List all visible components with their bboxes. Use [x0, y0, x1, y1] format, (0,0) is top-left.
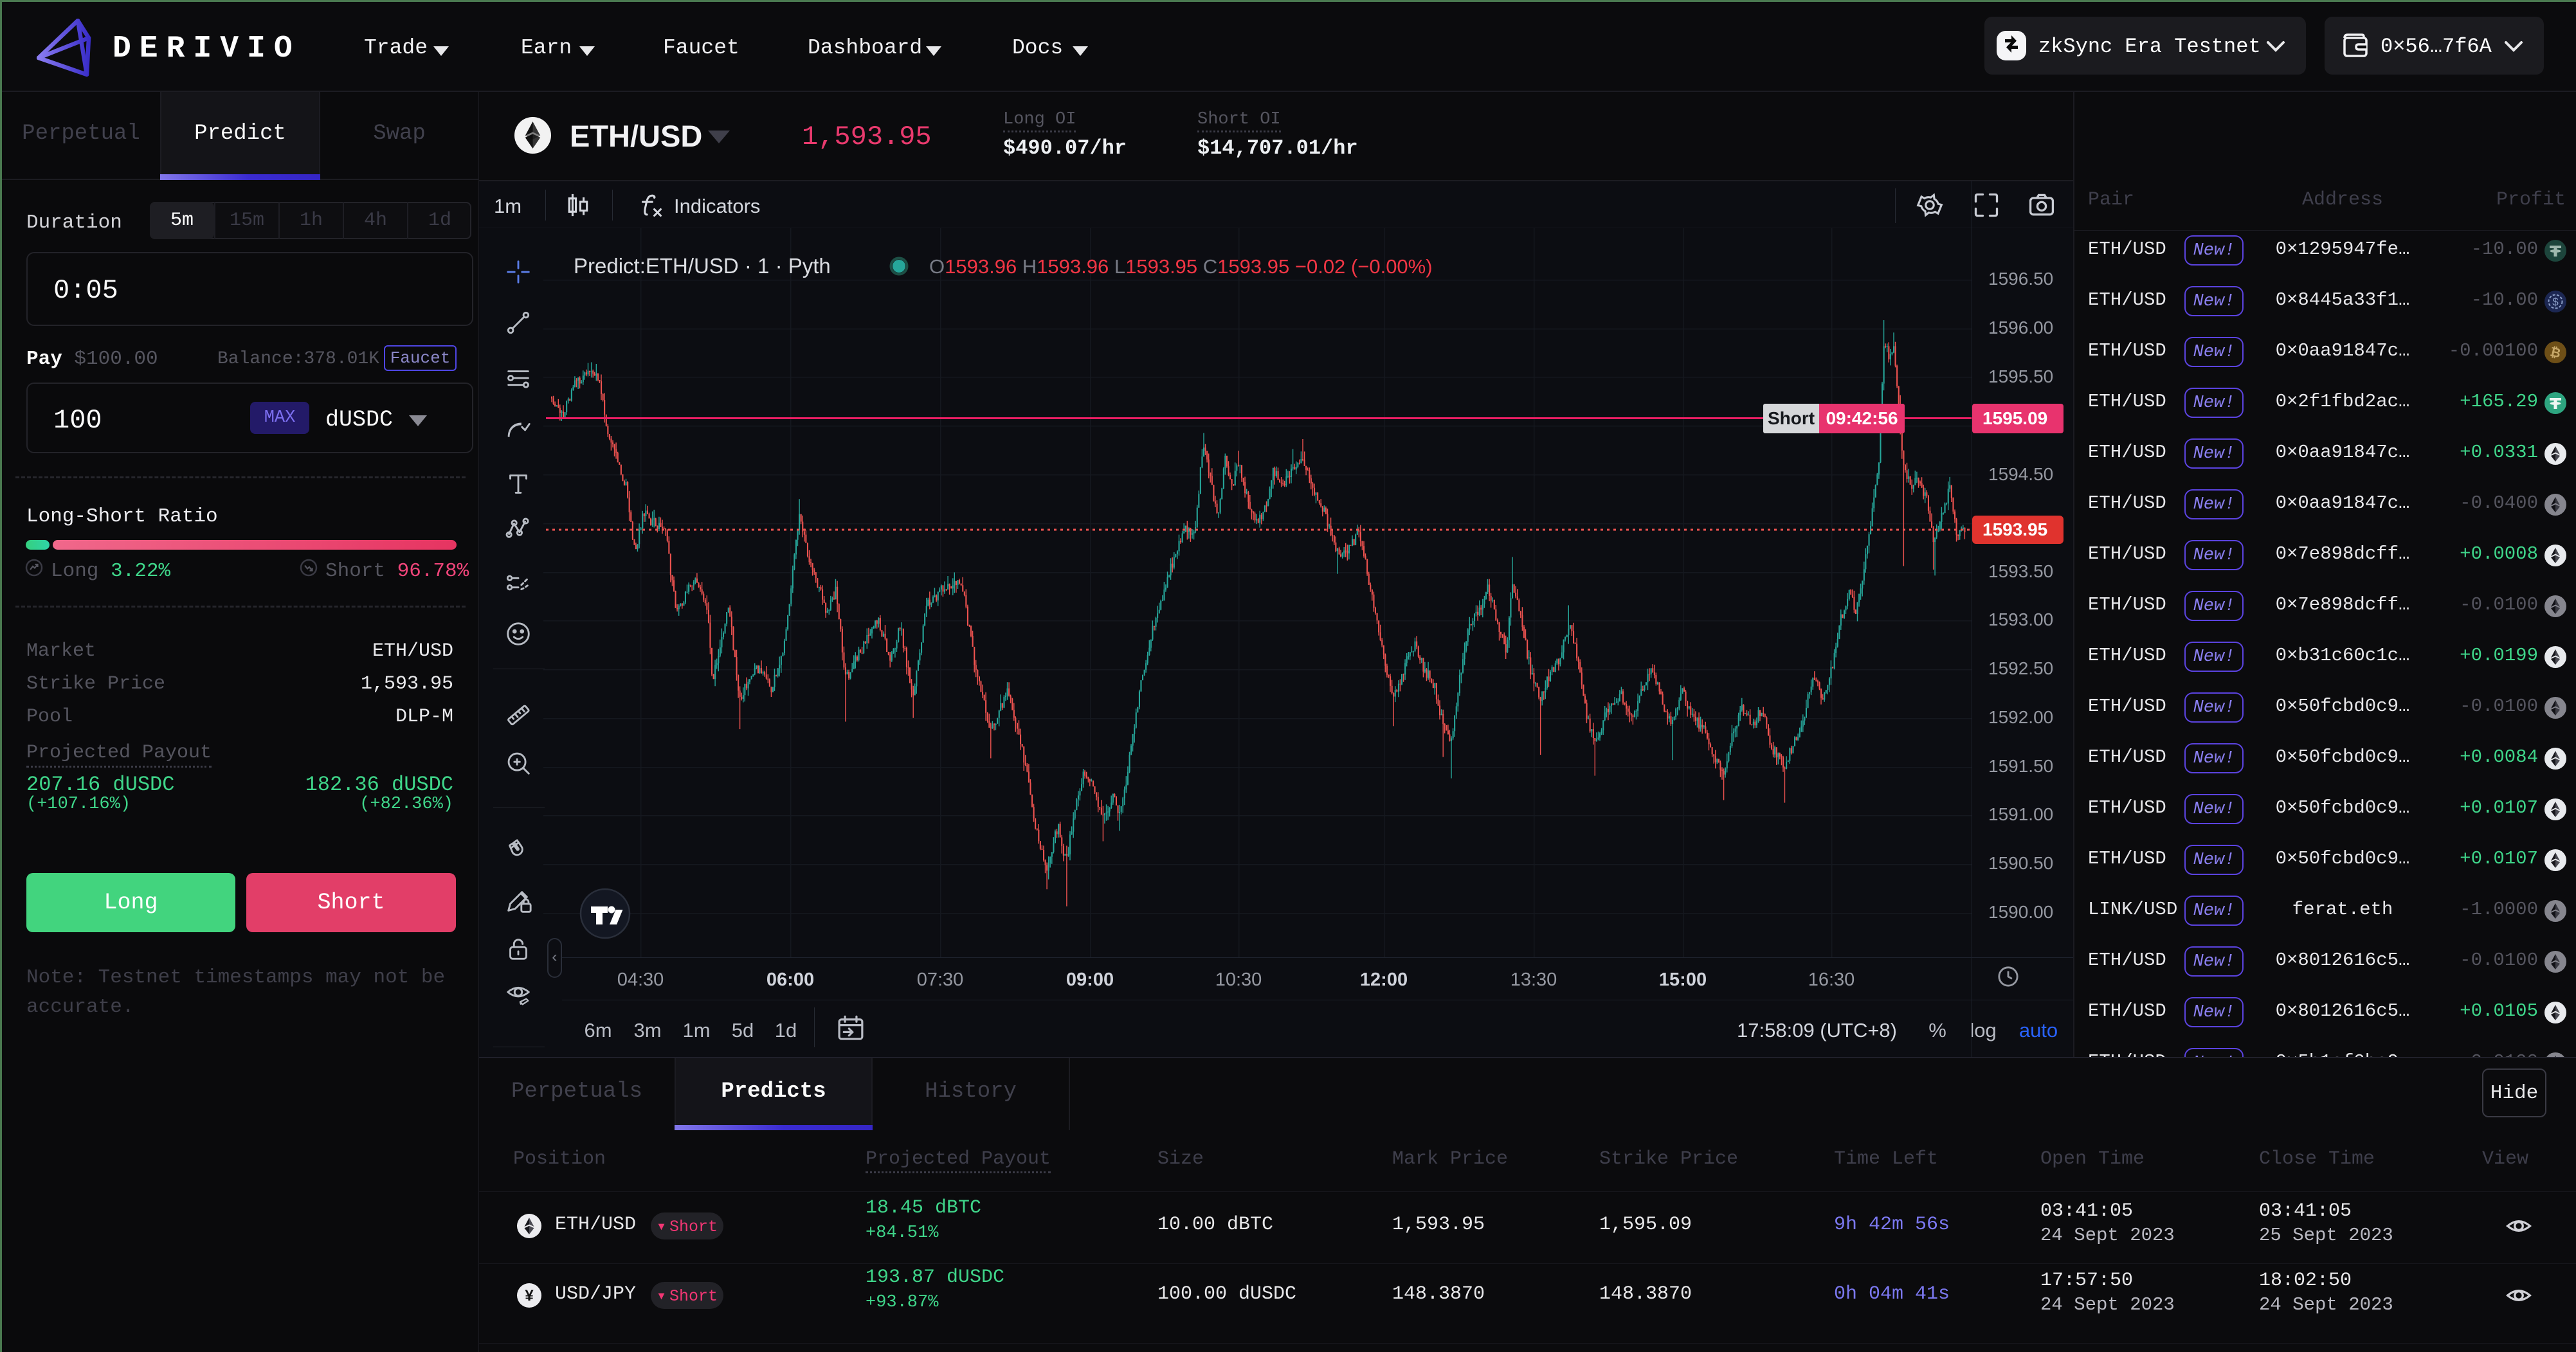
svg-text:¥: ¥ [525, 1287, 534, 1304]
svg-text:$: $ [2552, 296, 2559, 308]
